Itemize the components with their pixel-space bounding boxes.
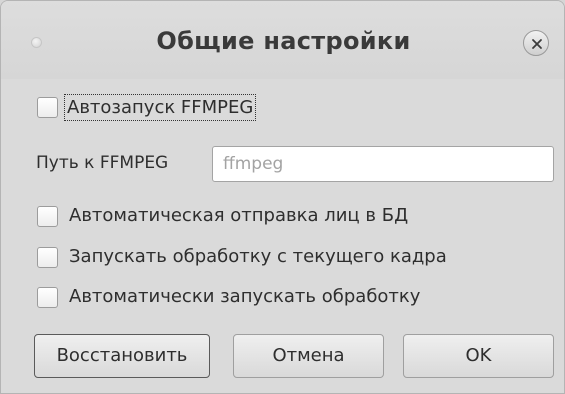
autostart-ffmpeg-checkbox[interactable] xyxy=(37,97,58,118)
title-bar[interactable]: Общие настройки xyxy=(1,1,564,79)
close-icon xyxy=(532,39,542,49)
auto-start-processing-checkbox[interactable] xyxy=(37,287,58,308)
cancel-button[interactable]: Отмена xyxy=(233,334,384,378)
dialog-title: Общие настройки xyxy=(156,27,411,55)
auto-send-faces-checkbox[interactable] xyxy=(37,206,58,227)
auto-send-faces-label[interactable]: Автоматическая отправка лиц в БД xyxy=(69,205,408,226)
auto-start-processing-label[interactable]: Автоматически запускать обработку xyxy=(69,286,420,307)
general-settings-dialog: Общие настройки Автозапуск FFMPEG Путь к… xyxy=(0,0,565,394)
ffmpeg-path-label: Путь к FFMPEG xyxy=(36,153,169,173)
start-from-current-frame-label[interactable]: Запускать обработку с текущего кадра xyxy=(69,246,447,267)
ffmpeg-path-input[interactable] xyxy=(212,146,554,182)
ok-button[interactable]: OK xyxy=(403,334,554,378)
start-from-current-frame-checkbox[interactable] xyxy=(37,247,58,268)
close-button[interactable] xyxy=(523,30,549,56)
restore-button[interactable]: Восстановить xyxy=(34,334,210,378)
autostart-ffmpeg-label[interactable]: Автозапуск FFMPEG xyxy=(63,94,257,121)
